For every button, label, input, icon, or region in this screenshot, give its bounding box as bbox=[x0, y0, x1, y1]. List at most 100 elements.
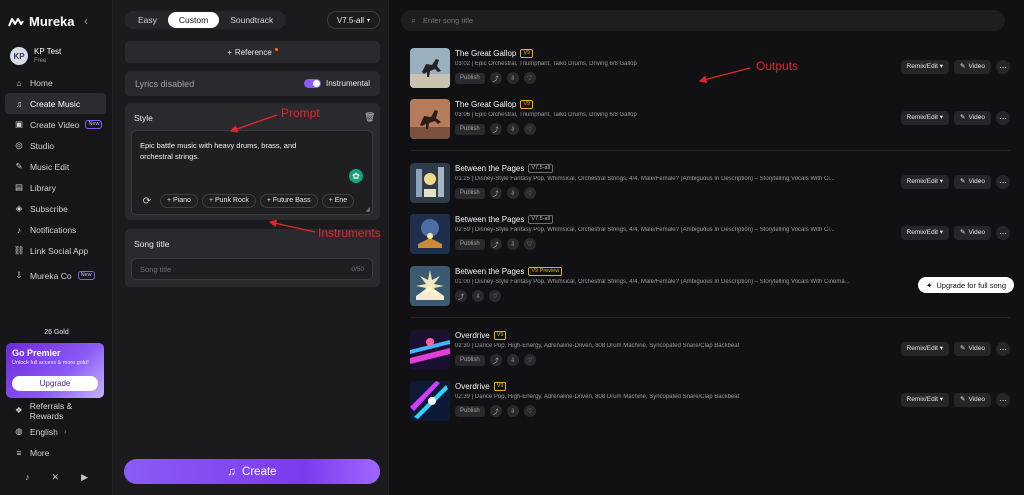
share-icon[interactable]: ⤴ bbox=[489, 354, 502, 366]
heart-icon[interactable]: ♡ bbox=[489, 290, 501, 302]
tab-soundtrack[interactable]: Soundtrack bbox=[219, 12, 284, 28]
more-options-icon[interactable]: ⋯ bbox=[996, 393, 1010, 407]
remix-edit-button[interactable]: Remix/Edit ▾ bbox=[900, 342, 950, 356]
sidebar-item-notifications[interactable]: ♪ Notifications bbox=[5, 219, 106, 240]
remix-edit-button[interactable]: Remix/Edit ▾ bbox=[900, 111, 950, 125]
chip-ene[interactable]: + Ene bbox=[321, 194, 355, 208]
download-icon[interactable]: ⇩ bbox=[506, 123, 519, 135]
instrumental-control[interactable]: Instrumental bbox=[303, 79, 370, 88]
share-icon[interactable]: ⤴ bbox=[489, 405, 502, 417]
sidebar-item-more[interactable]: ≡ More bbox=[5, 442, 106, 463]
heart-icon[interactable]: ♡ bbox=[523, 123, 536, 135]
share-icon[interactable]: ⤴ bbox=[489, 72, 502, 84]
song-item[interactable]: Between the Pages V9 Preview 01:00 | Disn… bbox=[410, 266, 1014, 306]
style-prompt-text[interactable]: Epic battle music with heavy drums, bras… bbox=[140, 140, 330, 162]
song-title[interactable]: The Great Gallop bbox=[455, 100, 516, 109]
song-cover[interactable] bbox=[410, 381, 450, 421]
download-icon[interactable]: ⇩ bbox=[506, 405, 519, 417]
song-title[interactable]: Between the Pages bbox=[455, 164, 524, 173]
song-item[interactable]: Overdrive V9 02:30 | Dance Pop, High-Ener… bbox=[410, 330, 1010, 370]
publish-button[interactable]: Publish bbox=[455, 72, 485, 84]
remix-edit-button[interactable]: Remix/Edit ▾ bbox=[900, 226, 950, 240]
chip-punk-rock[interactable]: + Punk Rock bbox=[201, 194, 256, 208]
remix-edit-button[interactable]: Remix/Edit ▾ bbox=[900, 393, 950, 407]
sidebar-item-referrals[interactable]: ❖ Referrals & Rewards bbox=[5, 400, 106, 421]
more-options-icon[interactable]: ⋯ bbox=[996, 60, 1010, 74]
song-cover[interactable] bbox=[410, 266, 450, 306]
song-cover[interactable] bbox=[410, 99, 450, 139]
trash-icon[interactable]: 🗑 bbox=[364, 112, 375, 123]
song-item[interactable]: The Great Gallop V9 03:06 | Epic Orchestr… bbox=[410, 99, 1010, 139]
more-options-icon[interactable]: ⋯ bbox=[996, 226, 1010, 240]
sidebar-item-create-video[interactable]: ▣ Create Video New bbox=[5, 114, 106, 135]
song-cover[interactable] bbox=[410, 163, 450, 203]
version-select[interactable]: V7.5-all ▾ bbox=[327, 11, 380, 29]
tab-easy[interactable]: Easy bbox=[127, 12, 168, 28]
remix-edit-button[interactable]: Remix/Edit ▾ bbox=[900, 175, 950, 189]
remix-edit-button[interactable]: Remix/Edit ▾ bbox=[900, 60, 950, 74]
more-options-icon[interactable]: ⋯ bbox=[996, 175, 1010, 189]
song-title[interactable]: Overdrive bbox=[455, 382, 490, 391]
video-button[interactable]: ✎ Video bbox=[954, 342, 991, 356]
heart-icon[interactable]: ♡ bbox=[523, 354, 536, 366]
song-title[interactable]: Between the Pages bbox=[455, 215, 524, 224]
song-item[interactable]: Overdrive V9 02:39 | Dance Pop, High-Ener… bbox=[410, 381, 1010, 421]
sidebar-item-link-social-app[interactable]: ⛓ Link Social App bbox=[5, 240, 106, 261]
publish-button[interactable]: Publish bbox=[455, 238, 485, 250]
resize-handle-icon[interactable]: ◢ bbox=[365, 206, 370, 213]
sidebar-item-home[interactable]: ⌂ Home bbox=[5, 72, 106, 93]
search-input[interactable]: ⌕ Enter song title bbox=[401, 10, 1005, 31]
heart-icon[interactable]: ♡ bbox=[523, 72, 536, 84]
chip-future-bass[interactable]: + Future Bass bbox=[259, 194, 318, 208]
publish-button[interactable]: Publish bbox=[455, 354, 485, 366]
tiktok-icon[interactable]: ♪ bbox=[25, 472, 30, 483]
download-icon[interactable]: ⇩ bbox=[506, 187, 519, 199]
video-button[interactable]: ✎ Video bbox=[954, 393, 991, 407]
song-title[interactable]: Overdrive bbox=[455, 331, 490, 340]
song-cover[interactable] bbox=[410, 48, 450, 88]
song-title-input[interactable]: Song title 0/50 bbox=[131, 258, 373, 280]
download-icon[interactable]: ⇩ bbox=[472, 290, 484, 302]
x-icon[interactable]: ✕ bbox=[52, 472, 60, 483]
song-cover[interactable] bbox=[410, 330, 450, 370]
publish-button[interactable]: Publish bbox=[455, 187, 485, 199]
sidebar-item-create-music[interactable]: ♫ Create Music bbox=[5, 93, 106, 114]
sidebar-item-mureka-co[interactable]: ⇩ Mureka Co New bbox=[5, 265, 106, 286]
upgrade-for-full-song-button[interactable]: ✦ Upgrade for full song bbox=[918, 277, 1014, 293]
download-icon[interactable]: ⇩ bbox=[506, 238, 519, 250]
song-cover[interactable] bbox=[410, 214, 450, 254]
publish-button[interactable]: Publish bbox=[455, 405, 485, 417]
sidebar-item-library[interactable]: ▤ Library bbox=[5, 177, 106, 198]
refresh-icon[interactable]: ⟳ bbox=[138, 196, 156, 207]
sidebar-item-language[interactable]: ◍ English › bbox=[5, 421, 106, 442]
song-item[interactable]: The Great Gallop V9 03:02 | Epic Orchestr… bbox=[410, 48, 1010, 88]
video-button[interactable]: ✎ Video bbox=[954, 226, 991, 240]
create-button[interactable]: ♫ Create bbox=[124, 459, 380, 484]
heart-icon[interactable]: ♡ bbox=[523, 405, 536, 417]
video-button[interactable]: ✎ Video bbox=[954, 111, 991, 125]
song-item[interactable]: Between the Pages V7.5-all 01:25 | Disney… bbox=[410, 163, 1010, 203]
video-button[interactable]: ✎ Video bbox=[954, 175, 991, 189]
share-icon[interactable]: ⤴ bbox=[455, 290, 467, 302]
more-options-icon[interactable]: ⋯ bbox=[996, 342, 1010, 356]
reference-button[interactable]: + Reference bbox=[125, 41, 380, 63]
share-icon[interactable]: ⤴ bbox=[489, 187, 502, 199]
tab-custom[interactable]: Custom bbox=[167, 12, 220, 28]
sidebar-item-studio[interactable]: ◎ Studio bbox=[5, 135, 106, 156]
user-profile[interactable]: KP KP Test Free bbox=[10, 47, 61, 65]
youtube-icon[interactable]: ▶ bbox=[81, 472, 88, 483]
share-icon[interactable]: ⤴ bbox=[489, 238, 502, 250]
song-title[interactable]: Between the Pages bbox=[455, 267, 524, 276]
upgrade-button[interactable]: Upgrade bbox=[12, 376, 98, 391]
song-title[interactable]: The Great Gallop bbox=[455, 49, 516, 58]
download-icon[interactable]: ⇩ bbox=[506, 354, 519, 366]
sidebar-item-music-edit[interactable]: ✎ Music Edit bbox=[5, 156, 106, 177]
logo[interactable]: Mureka bbox=[8, 14, 75, 29]
download-icon[interactable]: ⇩ bbox=[506, 72, 519, 84]
heart-icon[interactable]: ♡ bbox=[523, 187, 536, 199]
publish-button[interactable]: Publish bbox=[455, 123, 485, 135]
chatgpt-icon[interactable]: ✿ bbox=[349, 169, 363, 183]
song-item[interactable]: Between the Pages V7.5-all 02:59 | Disney… bbox=[410, 214, 1010, 254]
instrumental-toggle[interactable] bbox=[303, 79, 321, 88]
heart-icon[interactable]: ♡ bbox=[523, 238, 536, 250]
